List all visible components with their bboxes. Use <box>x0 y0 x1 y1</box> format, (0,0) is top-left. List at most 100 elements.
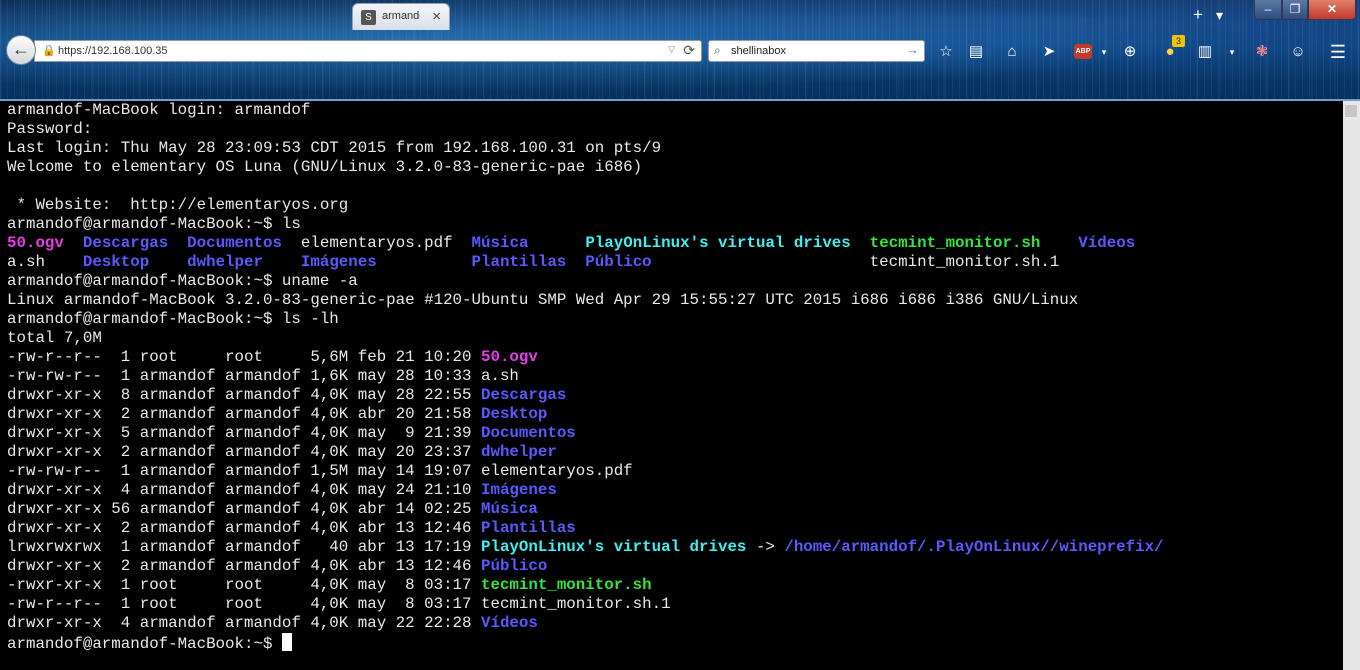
directory-name: /home/armandof/.PlayOnLinux//wineprefix/ <box>784 538 1164 556</box>
minimize-button[interactable]: – <box>1254 0 1282 20</box>
menu-icon[interactable]: ☰ <box>1328 42 1348 62</box>
tab-list-button[interactable]: ▾ <box>1216 6 1223 24</box>
terminal-text: lrwxrwxrwx 1 armandof armandof 40 abr 13… <box>7 538 481 556</box>
cluster-icon[interactable]: ❃ <box>1252 42 1272 62</box>
directory-name: dwhelper <box>480 443 557 461</box>
history-dropdown-icon[interactable]: ▽ <box>668 44 675 55</box>
terminal-text: drwxr-xr-x 4 armandof armandof 4,0K may … <box>7 481 481 499</box>
navigation-toolbar: 🔒 https://192.168.100.35 ▽ ⟳ ← ⌕ → ☆ ▤ ⌂… <box>0 31 1360 69</box>
terminal-text: drwxr-xr-x 8 armandof armandof 4,0K may … <box>7 386 481 404</box>
terminal-line: -rw-r--r-- 1 root root 5,6M feb 21 10:20… <box>7 348 1164 367</box>
directory-name: Plantillas <box>480 519 576 537</box>
terminal-line: 50.ogv Descargas Documentos elementaryos… <box>7 234 1164 253</box>
directory-name: Imágenes <box>480 481 557 499</box>
dropdown-icon[interactable]: ▾ <box>1222 42 1242 62</box>
directory-name: Documentos <box>480 424 576 442</box>
directory-name: Plantillas <box>471 253 567 271</box>
search-icon: ⌕ <box>714 43 721 57</box>
executable-name: tecmint_monitor.sh <box>869 234 1041 252</box>
clipboard-icon[interactable]: ▥ <box>1195 42 1215 62</box>
shell-prompt: armandof@armandof-MacBook:~$ <box>7 635 282 653</box>
terminal-line: -rw-r--r-- 1 root root 4,0K may 8 03:17 … <box>7 595 671 613</box>
url-text: https://192.168.100.35 <box>58 45 168 57</box>
terminal-line: a.sh Desktop dwhelper Imágenes Plantilla… <box>7 253 1164 272</box>
maximize-button[interactable]: ❐ <box>1282 0 1308 20</box>
terminal-line: drwxr-xr-x 4 armandof armandof 4,0K may … <box>7 481 1164 500</box>
tab-title: armandof <box>382 10 420 22</box>
terminal-line: drwxr-xr-x 2 armandof armandof 4,0K abr … <box>7 557 1164 576</box>
directory-name: Vídeos <box>480 614 538 632</box>
adblock-icon[interactable]: ABP <box>1074 44 1092 59</box>
terminal-line: drwxr-xr-x 56 armandof armandof 4,0K abr… <box>7 500 1164 519</box>
terminal-line: total 7,0M <box>7 329 102 347</box>
browser-tab[interactable]: S armandof × <box>352 3 450 30</box>
url-bar[interactable]: 🔒 https://192.168.100.35 ▽ ⟳ <box>34 40 702 62</box>
terminal-text: -> <box>746 538 785 556</box>
terminal-line: armandof@armandof-MacBook:~$ ls -lh <box>7 310 339 328</box>
terminal-line: drwxr-xr-x 2 armandof armandof 4,0K abr … <box>7 519 1164 538</box>
close-window-button[interactable]: ✕ <box>1308 0 1356 20</box>
new-tab-button[interactable]: + <box>1193 6 1203 24</box>
terminal-prompt-line[interactable]: armandof@armandof-MacBook:~$ <box>7 633 1164 653</box>
directory-name: Música <box>471 234 529 252</box>
terminal-line: drwxr-xr-x 2 armandof armandof 4,0K abr … <box>7 405 1164 424</box>
directory-name: Desktop <box>82 253 150 271</box>
terminal-line: drwxr-xr-x 2 armandof armandof 4,0K may … <box>7 443 1164 462</box>
terminal-line: armandof-MacBook login: armandof <box>7 101 311 119</box>
back-arrow-icon: ← <box>12 39 30 59</box>
directory-name: Música <box>480 500 538 518</box>
terminal-text: drwxr-xr-x 56 armandof armandof 4,0K abr… <box>7 500 481 518</box>
media-file-name: 50.ogv <box>7 234 64 252</box>
terminal-text: drwxr-xr-x 2 armandof armandof 4,0K may … <box>7 443 481 461</box>
terminal-line: lrwxrwxrwx 1 armandof armandof 40 abr 13… <box>7 538 1164 557</box>
search-go-icon[interactable]: → <box>906 42 919 57</box>
scrollbar-thumb[interactable] <box>1345 105 1357 117</box>
terminal-window[interactable]: armandof-MacBook login: armandof Password… <box>0 101 1343 670</box>
bookmark-star-icon[interactable]: ☆ <box>936 42 956 62</box>
globe-icon[interactable]: ⊕ <box>1120 42 1140 62</box>
terminal-line: Welcome to elementary OS Luna (GNU/Linux… <box>7 158 643 176</box>
reading-list-icon[interactable]: ▤ <box>966 42 986 62</box>
reload-icon[interactable]: ⟳ <box>683 42 695 59</box>
terminal-text: drwxr-xr-x 5 armandof armandof 4,0K may … <box>7 424 481 442</box>
terminal-line: drwxr-xr-x 4 armandof armandof 4,0K may … <box>7 614 1164 633</box>
send-icon[interactable]: ➤ <box>1039 42 1059 62</box>
terminal-line: -rwxr-xr-x 1 root root 4,0K may 8 03:17 … <box>7 576 1164 595</box>
terminal-text: elementaryos.pdf <box>281 234 472 252</box>
shellinabox-favicon: S <box>361 10 376 25</box>
terminal-line: armandof@armandof-MacBook:~$ ls <box>7 215 301 233</box>
search-input[interactable] <box>731 44 901 58</box>
media-file-name: 50.ogv <box>480 348 538 366</box>
smiley-icon[interactable]: ☺ <box>1288 42 1308 62</box>
search-bar[interactable]: ⌕ → <box>708 40 925 62</box>
directory-name: Desktop <box>480 405 548 423</box>
terminal-text: tecmint_monitor.sh.1 <box>651 253 1060 271</box>
terminal-line: drwxr-xr-x 5 armandof armandof 4,0K may … <box>7 424 1164 443</box>
terminal-output: armandof-MacBook login: armandof Password… <box>7 101 1164 653</box>
back-button[interactable]: ← <box>6 35 36 65</box>
terminal-line: * Website: http://elementaryos.org <box>7 196 349 214</box>
terminal-text: -rwxr-xr-x 1 root root 4,0K may 8 03:17 <box>7 576 481 594</box>
terminal-text: drwxr-xr-x 4 armandof armandof 4,0K may … <box>7 614 481 632</box>
directory-name: Imágenes <box>300 253 377 271</box>
tab-close-button[interactable]: × <box>432 8 441 25</box>
symlink-name: PlayOnLinux's virtual drives <box>480 538 747 556</box>
directory-name: Descargas <box>82 234 169 252</box>
adblock-dropdown-icon[interactable]: ▾ <box>1094 42 1114 62</box>
terminal-line: -rw-rw-r-- 1 armandof armandof 1,5M may … <box>7 462 633 480</box>
executable-name: tecmint_monitor.sh <box>480 576 652 594</box>
browser-chrome: S armandof × + ▾ – ❐ ✕ 🔒 https://192.168… <box>0 0 1360 101</box>
home-icon[interactable]: ⌂ <box>1002 42 1022 62</box>
terminal-line: -rw-rw-r-- 1 armandof armandof 1,6K may … <box>7 367 519 385</box>
directory-name: dwhelper <box>187 253 263 271</box>
terminal-scrollbar[interactable] <box>1343 101 1360 670</box>
